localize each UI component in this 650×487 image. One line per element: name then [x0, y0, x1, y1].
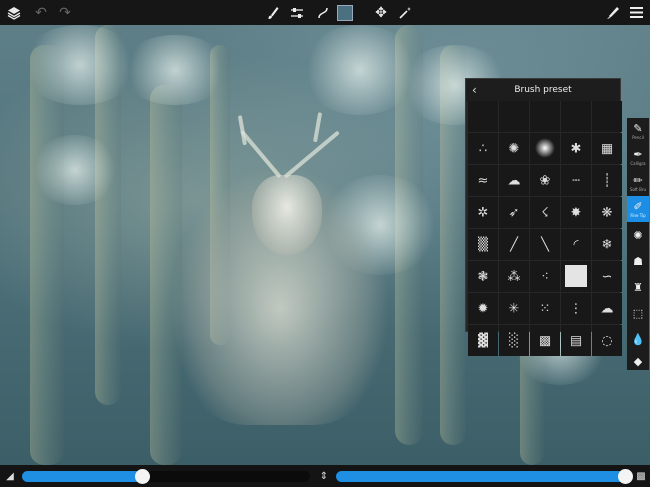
brush-preset-tile[interactable]: ❄	[592, 229, 622, 260]
brush-grid: ∴ ✺ ✱ ▦ ≈ ☁ ❀ ┄ ┊ ✲ ➶ ☇ ✸ ❋ ▒ ╱ ╲ ◜ ❄ ❃ …	[468, 101, 622, 356]
brush-preset-tile[interactable]: ▤	[561, 325, 591, 356]
brush-preset-tile[interactable]	[499, 101, 529, 132]
brush-preset-tile[interactable]: ✱	[561, 133, 591, 164]
brush-preset-tile[interactable]: ┊	[592, 165, 622, 196]
brush-preset-tile[interactable]	[561, 101, 591, 132]
pencil-icon[interactable]: ✎ Pencil	[627, 118, 649, 144]
foliage	[30, 135, 120, 205]
stroke-icon[interactable]	[314, 0, 332, 25]
brush-preset-tile[interactable]: ◌	[592, 325, 622, 356]
brush-preset-tile[interactable]: ▩	[530, 325, 560, 356]
brush-preset-tile[interactable]	[530, 133, 560, 164]
adjust-icon[interactable]	[288, 0, 306, 25]
brush-preset-tile[interactable]: ⋮	[561, 293, 591, 324]
color-swatch[interactable]	[337, 0, 353, 25]
tool-rail: ✎ Pencil ✒ Calligra ✏ Soft Bru ✐ Fine Tip ✺ …	[627, 118, 649, 370]
foliage	[120, 35, 230, 105]
brush-preset-tile[interactable]: ▦	[592, 133, 622, 164]
tree-trunk	[30, 45, 64, 465]
brush-preset-tile[interactable]: ➶	[499, 197, 529, 228]
brush-preset-tile[interactable]	[468, 101, 498, 132]
brush-preset-tile[interactable]: ⁂	[499, 261, 529, 292]
brush-preset-tile[interactable]	[530, 101, 560, 132]
brush-preset-tile[interactable]: ◜	[561, 229, 591, 260]
foliage	[300, 25, 420, 115]
brush-preset-tile[interactable]: ≈	[468, 165, 498, 196]
fill-icon[interactable]: ♜	[627, 274, 649, 300]
brush-preset-tile[interactable]	[561, 261, 591, 292]
brush-preset-tile[interactable]: ✺	[499, 133, 529, 164]
panel-title: Brush preset	[514, 85, 572, 95]
move-icon[interactable]: ✥	[372, 0, 390, 25]
brush-preset-tile[interactable]: ⁙	[530, 293, 560, 324]
magic-wand-icon[interactable]	[396, 0, 414, 25]
antler	[237, 115, 247, 146]
fine-tip-icon[interactable]: ✐ Fine Tip	[627, 196, 649, 222]
brush-tool-icon[interactable]: ☗	[627, 248, 649, 274]
brush-preset-tile[interactable]: ✲	[468, 197, 498, 228]
brush-icon[interactable]	[264, 0, 282, 25]
brush-preset-tile[interactable]: ❀	[530, 165, 560, 196]
selection-icon[interactable]: ⬚	[627, 300, 649, 326]
brush-preset-tile[interactable]: ▒	[468, 229, 498, 260]
brush-preset-tile[interactable]: ╱	[499, 229, 529, 260]
opacity-checker-icon: ▩	[636, 470, 646, 482]
brush-size-slider[interactable]	[22, 469, 310, 484]
undo-icon[interactable]: ↶	[32, 0, 50, 25]
brush-preset-tile[interactable]: ❋	[592, 197, 622, 228]
brush-preset-tile[interactable]: ∴	[468, 133, 498, 164]
redo-icon[interactable]: ↷	[56, 0, 74, 25]
brush-preset-tile[interactable]: ✸	[561, 197, 591, 228]
opacity-slider[interactable]	[336, 469, 633, 484]
layers-icon[interactable]	[4, 0, 24, 25]
brush-size-icon: ◢	[6, 470, 14, 482]
soft-brush-icon[interactable]: ✏ Soft Bru	[627, 170, 649, 196]
brush-preset-panel: ‹ Brush preset ∴ ✺ ✱ ▦ ≈ ☁ ❀ ┄ ┊ ✲ ➶ ☇ ✸…	[465, 78, 622, 356]
brush-preset-tile[interactable]: ✹	[468, 293, 498, 324]
brush-preset-tile[interactable]: ❃	[468, 261, 498, 292]
brush-preset-tile[interactable]: ▓	[468, 325, 498, 356]
brush-preset-tile[interactable]: ✳	[499, 293, 529, 324]
brush-preset-tile[interactable]: ░	[499, 325, 529, 356]
brush-preset-tile[interactable]: ☁	[592, 293, 622, 324]
bottom-toolbar: ◢ ⇕ ▩	[0, 465, 650, 487]
brush-preset-tile[interactable]: ∽	[592, 261, 622, 292]
brush-preset-tile[interactable]: ⁖	[530, 261, 560, 292]
opacity-fill	[336, 471, 626, 482]
brush-size-thumb[interactable]	[135, 469, 150, 484]
calligraphy-icon[interactable]: ✒ Calligra	[627, 144, 649, 170]
pen-settings-icon[interactable]	[604, 0, 622, 25]
brush-preset-tile[interactable]: ☁	[499, 165, 529, 196]
brush-preset-tile[interactable]: ┄	[561, 165, 591, 196]
stag-head	[252, 175, 322, 255]
panel-header: ‹ Brush preset	[466, 79, 620, 101]
eraser-icon[interactable]: ◆	[627, 348, 649, 374]
antler	[313, 112, 323, 143]
swap-icon[interactable]: ⇕	[318, 465, 330, 487]
menu-icon[interactable]	[627, 0, 645, 25]
chevron-left-icon[interactable]: ‹	[472, 79, 477, 101]
brush-size-fill	[22, 471, 143, 482]
brush-preset-tile[interactable]: ☇	[530, 197, 560, 228]
top-toolbar: ↶ ↷ ✥	[0, 0, 650, 25]
brush-preset-tile[interactable]	[592, 101, 622, 132]
splatter-icon[interactable]: ✺	[627, 222, 649, 248]
brush-preset-tile[interactable]: ╲	[530, 229, 560, 260]
opacity-thumb[interactable]	[618, 469, 633, 484]
